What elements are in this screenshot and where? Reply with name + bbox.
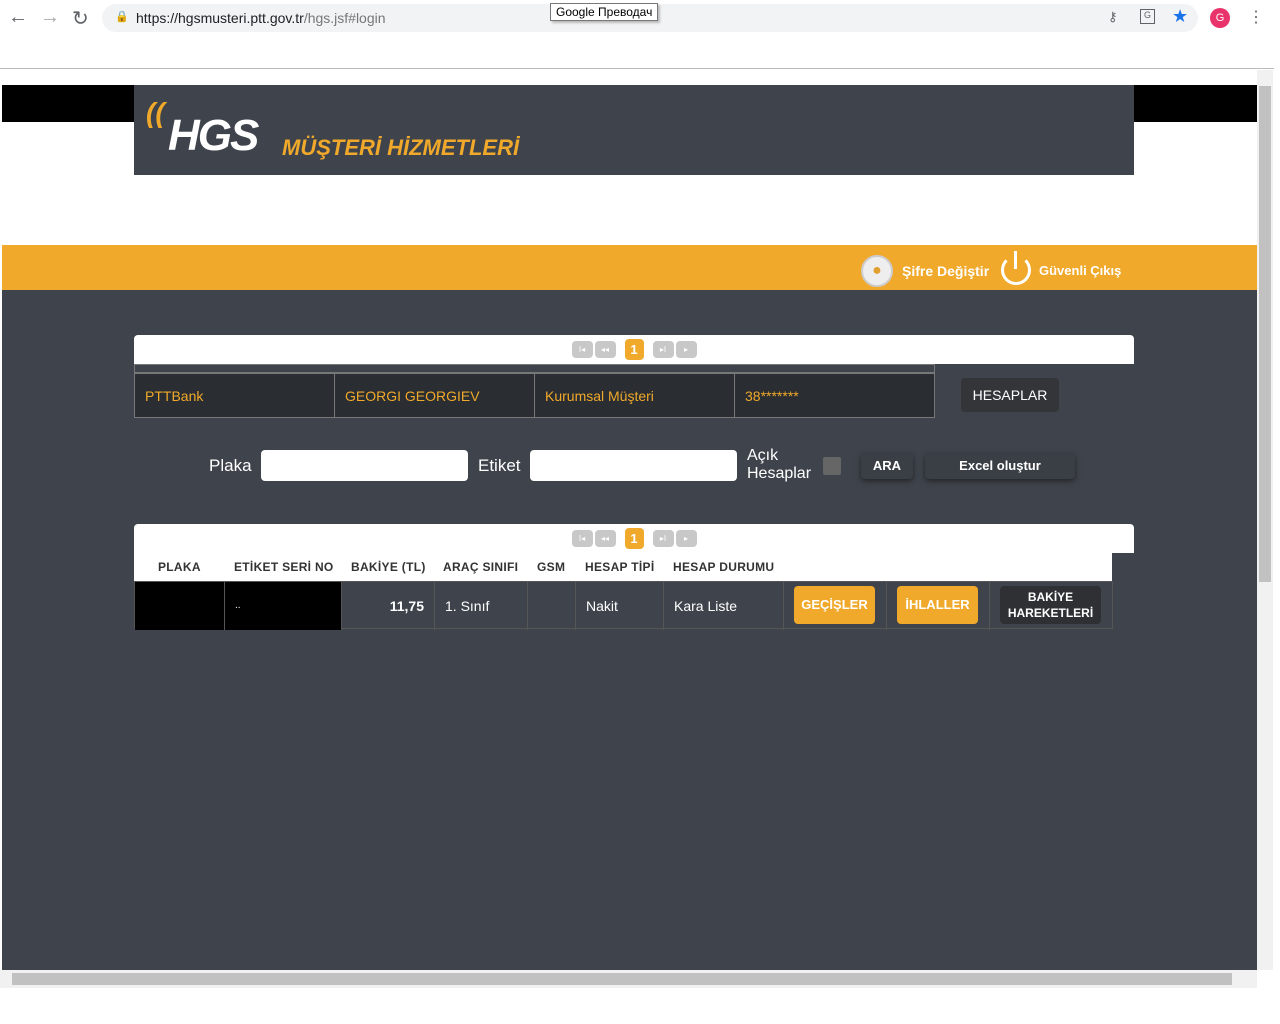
page-1-button[interactable]: 1 <box>624 339 644 360</box>
translate-icon[interactable]: G <box>1140 9 1155 24</box>
account-type-cell: Nakit <box>576 582 664 630</box>
account-pagination: I◂ ◂◂ 1 ▸I ▸ <box>134 335 1134 364</box>
profile-avatar[interactable]: G <box>1210 8 1230 28</box>
power-icon-line <box>1014 251 1017 269</box>
customer-type-cell: Kurumsal Müşteri <box>535 374 735 418</box>
account-status-cell: Kara Liste <box>664 582 784 630</box>
logo: HGS <box>168 111 259 161</box>
vertical-scrollbar[interactable] <box>1257 70 1273 970</box>
column-header-tag-serial: ETİKET SERİ NO <box>234 560 334 574</box>
account-number-cell: 38******* <box>745 388 799 404</box>
open-accounts-checkbox[interactable] <box>823 457 841 475</box>
open-accounts-label-line1: Açık <box>747 447 779 464</box>
key-icon[interactable]: ⚷ <box>1108 9 1118 25</box>
account-table-header <box>134 364 935 373</box>
logo-subtitle: MÜŞTERİ HİZMETLERİ <box>282 135 520 160</box>
forward-icon[interactable]: → <box>40 6 60 29</box>
tag-cell: .. <box>225 582 342 630</box>
balance-history-button[interactable]: BAKİYE HAREKETLERİ <box>1000 586 1101 624</box>
balance-cell: 11,75 <box>342 582 435 630</box>
plate-cell <box>135 582 225 630</box>
open-accounts-label-line2: Hesaplar <box>747 465 812 482</box>
column-header-gsm: GSM <box>537 560 566 574</box>
accounts-button[interactable]: HESAPLAR <box>961 378 1059 412</box>
plate-input[interactable] <box>261 450 468 481</box>
column-header-balance: BAKİYE (TL) <box>351 560 426 574</box>
vehicle-table-header: PLAKA ETİKET SERİ NO BAKİYE (TL) ARAÇ SI… <box>134 524 1112 581</box>
search-button[interactable]: ARA <box>861 453 913 479</box>
table-row: .. 11,75 1. Sınıf Nakit Kara Liste GEÇİŞ… <box>134 581 1113 630</box>
next-page-button[interactable]: ▸I <box>652 341 674 358</box>
url-text[interactable]: https://hgsmusteri.ptt.gov.tr/hgs.jsf#lo… <box>136 10 386 26</box>
excel-export-button[interactable]: Excel oluştur <box>925 453 1075 479</box>
account-row: PTTBank GEORGI GEORGIEV Kurumsal Müşteri… <box>134 373 935 418</box>
balance-history-line1: BAKİYE <box>1027 590 1074 604</box>
prev-page-button[interactable]: ◂◂ <box>594 341 616 358</box>
balance-history-line2: HAREKETLERİ <box>1007 606 1094 620</box>
top-bar: ● Şifre Değiştir Güvenli Çıkış <box>2 245 1257 290</box>
reload-icon[interactable]: ↻ <box>72 6 89 31</box>
divider <box>0 68 1274 69</box>
url-path: /hgs.jsf#login <box>303 10 386 26</box>
column-header-plate: PLAKA <box>158 560 201 574</box>
column-header-account-status: HESAP DURUMU <box>673 560 775 574</box>
first-page-button[interactable]: I◂ <box>571 341 593 358</box>
star-icon[interactable]: ★ <box>1172 6 1188 27</box>
tag-input[interactable] <box>530 450 737 481</box>
horizontal-scrollbar-thumb[interactable] <box>12 973 1232 985</box>
horizontal-scrollbar[interactable] <box>0 970 1257 988</box>
change-password-link[interactable]: Şifre Değiştir <box>902 263 989 279</box>
tag-label: Etiket <box>478 456 521 475</box>
signal-icon: (( <box>146 97 165 128</box>
vertical-scrollbar-thumb[interactable] <box>1259 86 1271 582</box>
bank-cell: PTTBank <box>135 374 335 418</box>
open-accounts-label: Açık Hesaplar <box>747 447 811 483</box>
lock-icon: 🔒 <box>115 11 129 23</box>
logo-text: HGS <box>168 111 259 160</box>
column-header-account-type: HESAP TİPİ <box>585 560 655 574</box>
keyhole-icon[interactable]: ● <box>861 255 893 287</box>
logout-link[interactable]: Güvenli Çıkış <box>1039 263 1121 278</box>
passes-button[interactable]: GEÇİŞLER <box>794 586 875 624</box>
url-host: https://hgsmusteri.ptt.gov.tr <box>136 10 304 26</box>
customer-name-cell: GEORGI GEORGIEV <box>335 374 535 418</box>
violations-button[interactable]: İHLALLER <box>897 586 978 624</box>
back-icon[interactable]: ← <box>8 6 28 29</box>
gsm-cell <box>528 582 576 630</box>
column-header-vehicle-class: ARAÇ SINIFI <box>443 560 519 574</box>
header-logo-panel: (( HGS MÜŞTERİ HİZMETLERİ <box>134 85 1134 175</box>
vehicle-class-cell: 1. Sınıf <box>435 582 528 630</box>
plate-label: Plaka <box>209 456 252 475</box>
last-page-button[interactable]: ▸ <box>675 341 697 358</box>
tooltip: Google Преводач <box>550 3 659 21</box>
menu-icon[interactable]: ⋮ <box>1248 7 1264 27</box>
